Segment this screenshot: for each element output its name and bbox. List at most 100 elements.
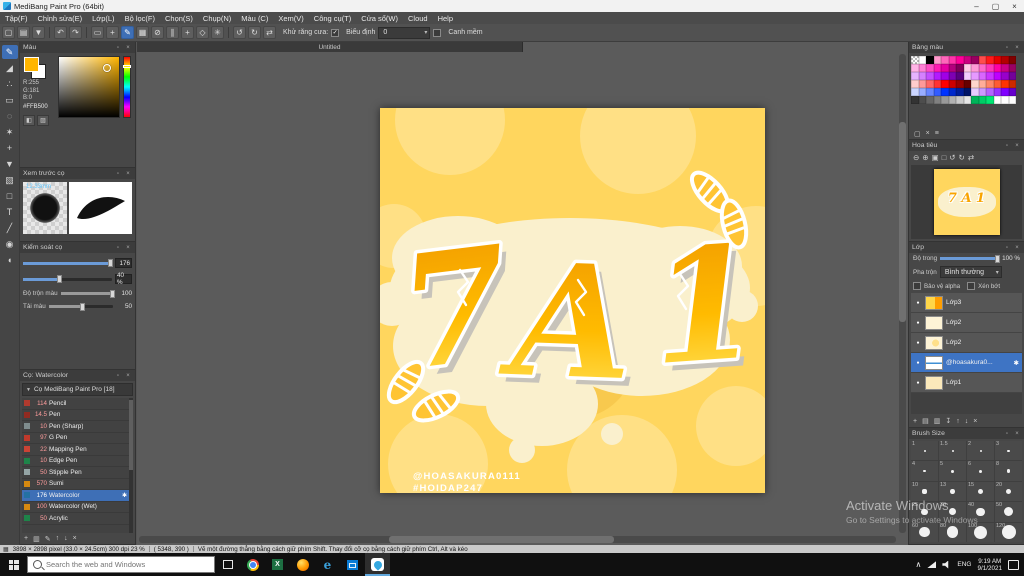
edge-taskbar-button[interactable] [315, 553, 340, 576]
palette-swatch[interactable] [956, 80, 964, 88]
canvas[interactable]: 7 A 1 7 A 1 @HOASAKURA0111 #HOIDAP247 [362, 65, 806, 525]
palette-swatch[interactable] [941, 56, 949, 64]
palette-swatch[interactable] [956, 88, 964, 96]
layer-row[interactable]: ● Lớp1 [911, 373, 1022, 393]
delete-layer-button[interactable]: × [973, 418, 977, 425]
undock-icon[interactable]: ▫ [114, 245, 122, 251]
brush-size-cell[interactable]: 13 [939, 481, 966, 502]
palette-swatch[interactable] [1008, 80, 1016, 88]
palette-swatch[interactable] [963, 64, 971, 72]
brush-item-pen-sharp[interactable]: 10 Pen (Sharp) [22, 421, 133, 433]
brush-size-cell[interactable]: 60 [911, 522, 938, 542]
palette-swatch[interactable] [971, 96, 979, 104]
palette-swatch[interactable] [993, 56, 1001, 64]
palette-swatch[interactable] [978, 64, 986, 72]
palette-swatch[interactable] [986, 72, 994, 80]
brush-size-cell[interactable]: 120 [995, 522, 1022, 542]
palette-swatch[interactable] [918, 88, 926, 96]
blend-amount-slider[interactable] [60, 289, 115, 298]
move-view-button[interactable]: + [106, 26, 119, 39]
move-down-button[interactable]: ↓ [64, 535, 68, 542]
palette-swatch[interactable] [978, 72, 986, 80]
brush-size-cell[interactable]: 15 [967, 481, 994, 502]
add-folder-button[interactable]: ▤ [922, 417, 929, 425]
menu-item-8[interactable]: Xem(V) [273, 14, 308, 23]
softedge-checkbox[interactable] [433, 28, 442, 37]
layer-visibility-icon[interactable]: ● [914, 380, 922, 386]
brush-button[interactable]: ✎ [121, 26, 134, 39]
shape-tool-button[interactable]: □ [2, 189, 18, 203]
search-input[interactable] [46, 560, 209, 569]
layer-row[interactable]: ● @hoasakura0... ✱ [911, 353, 1022, 373]
delete-brush-button[interactable]: × [73, 535, 77, 542]
palette-swatch[interactable] [948, 80, 956, 88]
palette-swatch[interactable] [948, 72, 956, 80]
undock-icon[interactable]: ▫ [1003, 245, 1011, 251]
palette-swatch[interactable] [948, 88, 956, 96]
flip-button[interactable]: ⇄ [263, 26, 276, 39]
vertical-scrollbar-thumb[interactable] [899, 122, 906, 322]
palette-swatch[interactable] [1001, 64, 1009, 72]
palette-swatch[interactable] [941, 72, 949, 80]
palette-swatch[interactable] [911, 72, 919, 80]
palette-swatch[interactable] [1008, 64, 1016, 72]
palette-menu-button[interactable]: ≡ [935, 130, 939, 137]
palette-swatch[interactable] [978, 80, 986, 88]
snap-cross-button[interactable]: + [181, 26, 194, 39]
brush-size-slider[interactable] [23, 259, 114, 267]
document-tab[interactable]: Untitled [137, 42, 523, 52]
palette-swatch[interactable] [918, 56, 926, 64]
minimize-button[interactable]: – [967, 0, 986, 12]
actual-pixels-button[interactable]: □ [942, 153, 947, 162]
edit-brush-button[interactable]: ✎ [45, 535, 51, 543]
palette-swatch[interactable] [933, 96, 941, 104]
language-indicator[interactable]: ENG [957, 561, 971, 568]
magic-wand-tool-button[interactable]: ✶ [2, 125, 18, 139]
menu-item-2[interactable]: Chỉnh sửa(E) [33, 14, 88, 23]
layer-row[interactable]: ● Lớp2 [911, 313, 1022, 333]
palette-swatch[interactable] [1001, 96, 1009, 104]
move-tool-button[interactable]: + [2, 141, 18, 155]
blend-mode-dropdown[interactable]: Bình thường ▾ [939, 266, 1002, 278]
fill-tool-button[interactable]: ▼ [2, 157, 18, 171]
brush-size-cell[interactable]: 3 [995, 441, 1022, 461]
palette-swatch[interactable] [956, 72, 964, 80]
select-tool-button[interactable]: ▭ [2, 93, 18, 107]
palette-swatch[interactable] [911, 80, 919, 88]
palette-swatch[interactable] [941, 64, 949, 72]
brush-size-cell[interactable]: 2 [967, 441, 994, 461]
new-file-button[interactable]: ▢ [2, 26, 15, 39]
brush-size-cell[interactable]: 8 [995, 461, 1022, 481]
pen-tool-button[interactable]: ✎ [1, 45, 18, 59]
palette-swatch[interactable] [941, 96, 949, 104]
brush-item-acrylic[interactable]: 50 Acrylic [22, 513, 133, 525]
add-brush-button[interactable]: + [24, 535, 28, 542]
brush-opacity-slider[interactable] [23, 275, 112, 283]
merge-layer-button[interactable]: ↧ [945, 417, 951, 425]
clock[interactable]: 9:19 AM 9/1/2021 [977, 558, 1002, 572]
palette-swatch[interactable] [918, 96, 926, 104]
brush-size-cell[interactable]: 10 [911, 481, 938, 502]
menu-item-6[interactable]: Chụp(N) [198, 14, 236, 23]
palette-swatch[interactable] [978, 56, 986, 64]
eyedropper-tool-button[interactable]: ◉ [2, 237, 18, 251]
brush-size-cell[interactable]: 40 [967, 502, 994, 522]
alpha-lock-checkbox[interactable] [913, 282, 921, 290]
rotate-ccw-button[interactable]: ↺ [233, 26, 246, 39]
open-file-button[interactable]: ▤ [17, 26, 30, 39]
palette-swatch[interactable] [971, 88, 979, 96]
palette-swatch[interactable] [933, 56, 941, 64]
transparent-color-button[interactable]: ▨ [37, 115, 49, 126]
palette-swatch[interactable] [918, 72, 926, 80]
palette-swatch[interactable] [911, 96, 919, 104]
snap-vanish-button[interactable]: ◇ [196, 26, 209, 39]
layer-visibility-icon[interactable]: ● [914, 340, 922, 346]
excel-taskbar-button[interactable] [265, 553, 290, 576]
menu-item-4[interactable]: Bộ lọc(F) [120, 14, 160, 23]
palette-swatch[interactable] [926, 80, 934, 88]
palette-swatch[interactable] [911, 88, 919, 96]
palette-swatch[interactable] [1001, 88, 1009, 96]
maximize-button[interactable]: ▢ [986, 0, 1005, 12]
grid-button[interactable]: ▦ [136, 26, 149, 39]
palette-swatch[interactable] [941, 80, 949, 88]
